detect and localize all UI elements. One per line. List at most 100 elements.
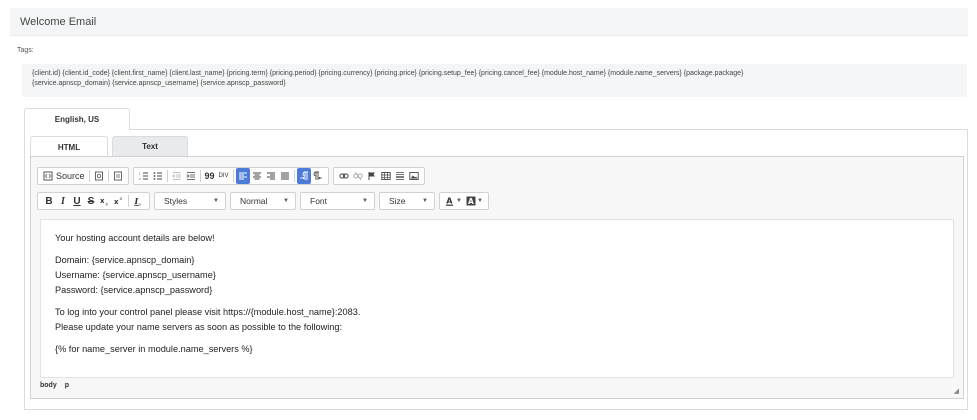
svg-text:x: x [114,198,119,206]
ltr-icon [299,171,308,180]
toolbar-group-paragraph: 12 99 DIV [132,167,329,185]
path-item-p[interactable]: p [65,382,69,389]
svg-text:e: e [106,202,109,207]
format-dropdown[interactable]: Normal ▼ [230,192,296,210]
source-label: Source [56,171,85,181]
unlink-button[interactable] [351,168,365,184]
align-center-icon [252,172,261,180]
horizontal-line-icon [395,172,404,180]
source-icon [43,171,53,181]
link-icon [338,173,349,179]
font-dropdown[interactable]: Font ▼ [300,192,375,210]
size-dropdown[interactable]: Size ▼ [379,192,435,210]
background-color-button[interactable]: A ▼ [464,193,485,209]
svg-text:I: I [134,196,139,206]
strikethrough-icon: S [87,195,95,207]
indent-icon [186,172,195,180]
flag-icon [368,172,375,180]
svg-text:x: x [100,197,105,205]
text-color-button[interactable]: A ▼ [443,193,464,209]
justify-button[interactable] [278,168,292,184]
italic-button[interactable]: I [56,193,70,209]
tab-text[interactable]: Text [112,136,188,156]
editor-line: Please update your name servers as soon … [55,322,343,332]
toolbar-group-basic-styles: B I U S xe xa Ix [37,192,150,210]
editor-line: To log into your control panel please vi… [55,307,361,317]
editor-line: Domain: {service.apnscp_domain} [55,255,195,265]
toolbar-group-document: Source [37,167,129,185]
editor-line: Username: {service.apnscp_username} [55,270,216,280]
chevron-down-icon: ▼ [283,198,289,204]
strikethrough-button[interactable]: S [84,193,98,209]
align-center-button[interactable] [250,168,264,184]
blockquote-icon: 99 [204,171,215,181]
templates-button[interactable] [111,168,125,184]
align-left-button[interactable] [235,168,250,184]
numbered-list-button[interactable]: 12 [137,168,151,184]
rtl-icon [313,171,322,180]
align-right-button[interactable] [264,168,278,184]
outdent-icon [171,172,181,180]
underline-icon: U [73,195,81,207]
text-direction-ltr-button[interactable] [296,168,311,184]
path-item-body[interactable]: body [40,382,57,389]
table-button[interactable] [379,168,393,184]
blockquote-button[interactable]: 99 [203,168,217,184]
svg-text:1: 1 [139,172,141,176]
templates-icon [113,171,122,181]
resize-handle-icon[interactable]: ◢ [954,387,959,395]
create-div-button[interactable]: DIV [217,168,231,184]
increase-indent-button[interactable] [184,168,198,184]
remove-format-icon: Ix [134,196,142,207]
decrease-indent-button[interactable] [170,168,184,184]
anchor-button[interactable] [365,168,379,184]
toolbar-group-insert [332,167,425,185]
div-icon: DIV [218,173,229,179]
align-right-icon [266,172,275,180]
toolbar-group-colors: A ▼ A ▼ [439,192,489,210]
tab-english-us[interactable]: English, US [24,108,130,130]
align-left-icon [238,172,247,180]
superscript-button[interactable]: xa [112,193,126,209]
toolbar-row-1: Source 12 99 DIV [37,167,429,185]
tab-html[interactable]: HTML [30,136,108,157]
preview-icon [94,171,103,181]
link-button[interactable] [337,168,351,184]
format-dropdown-label: Normal [240,196,268,206]
image-icon [408,172,419,180]
svg-text:x: x [139,203,141,207]
styles-dropdown[interactable]: Styles ▼ [154,192,226,210]
svg-text:2: 2 [139,177,141,181]
subscript-button[interactable]: xe [98,193,112,209]
tags-line-1: {client.id} {client.id_code} {client.fir… [32,70,744,77]
horizontal-line-button[interactable] [393,168,407,184]
remove-format-button[interactable]: Ix [131,193,145,209]
bulleted-list-icon [153,172,162,180]
editor-content-area[interactable]: Your hosting account details are below! … [40,219,954,378]
chevron-down-icon: ▼ [213,198,219,204]
tags-box: {client.id} {client.id_code} {client.fir… [22,64,967,97]
bold-icon: B [45,195,53,207]
tags-label: Tags: [17,47,34,54]
table-icon [380,172,391,180]
tags-line-2: {service.apnscp_domain} {service.apnscp_… [32,80,286,87]
background-color-icon: A [466,196,476,206]
svg-text:A: A [446,197,453,206]
svg-text:a: a [120,196,123,201]
size-dropdown-label: Size [389,196,406,206]
editor-line: {% for name_server in module.name_server… [55,344,253,354]
bold-button[interactable]: B [42,193,56,209]
unlink-icon [352,171,363,181]
section-header: Welcome Email [10,8,968,36]
section-title: Welcome Email [20,16,97,28]
bulleted-list-button[interactable] [151,168,165,184]
preview-button[interactable] [92,168,106,184]
element-path-bar: body p [40,382,75,389]
underline-button[interactable]: U [70,193,84,209]
text-direction-rtl-button[interactable] [311,168,325,184]
source-button[interactable]: Source [41,168,87,184]
toolbar-row-2: B I U S xe xa Ix Styles ▼ Normal ▼ Font … [37,192,493,210]
italic-icon: I [61,195,65,207]
tab-label: English, US [54,115,100,124]
image-button[interactable] [407,168,421,184]
